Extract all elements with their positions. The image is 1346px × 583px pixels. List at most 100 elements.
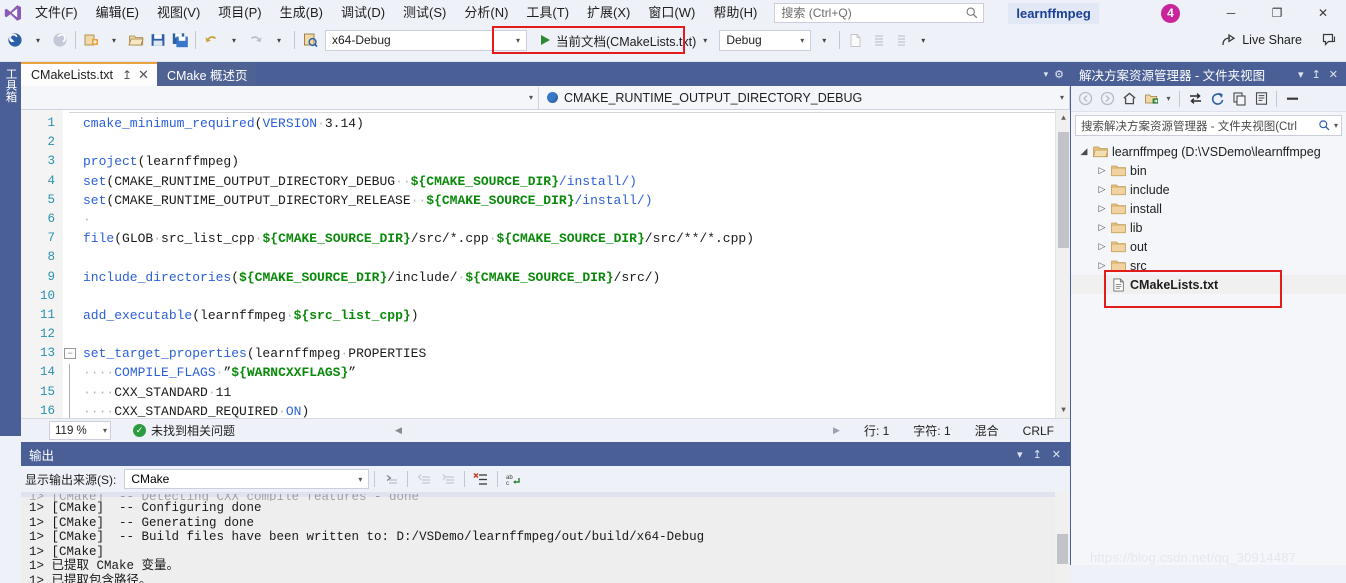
decrease-indent-button[interactable] — [866, 28, 888, 52]
code-line[interactable]: 8 — [21, 248, 1070, 267]
tree-expander-collapsed-icon[interactable]: ▷ — [1095, 203, 1109, 214]
menu-item-window[interactable]: 窗口(W) — [639, 0, 704, 26]
tree-expander-collapsed-icon[interactable]: ▷ — [1095, 184, 1109, 195]
tree-item[interactable]: ▷ install — [1071, 199, 1346, 218]
tree-item-selected[interactable]: CMakeLists.txt — [1071, 275, 1346, 294]
nav-member-chevron-down-icon[interactable]: ▾ — [1060, 93, 1069, 102]
output-source-chevron-down-icon[interactable]: ▾ — [354, 475, 366, 484]
tab-settings-gear-icon[interactable]: ⚙ — [1054, 68, 1064, 81]
nav-scope-combo[interactable]: ▾ — [21, 86, 539, 109]
tree-expander-collapsed-icon[interactable]: ▷ — [1095, 165, 1109, 176]
show-file-button[interactable] — [844, 28, 866, 52]
code-line[interactable]: 16 ····CXX_STANDARD_REQUIRED·ON) — [21, 402, 1070, 418]
tab-cmake-overview[interactable]: CMake 概述页 — [156, 62, 256, 86]
editor-code-area[interactable]: 1 cmake_minimum_required(VERSION·3.14) 2 3 p… — [21, 114, 1070, 418]
startup-item-chevron-down-icon[interactable]: ▾ — [703, 36, 707, 45]
tree-expander-collapsed-icon[interactable]: ▷ — [1095, 260, 1109, 271]
code-line[interactable]: 11 add_executable(learnffmpeg·${src_list_… — [21, 306, 1070, 325]
home-button[interactable] — [1119, 89, 1139, 109]
live-share-button[interactable]: Live Share — [1213, 28, 1310, 52]
navigate-backward-button[interactable] — [4, 28, 26, 52]
horizontal-scroll-right-icon[interactable]: ▶ — [833, 425, 840, 436]
nav-member-combo[interactable]: CMAKE_RUNTIME_OUTPUT_DIRECTORY_DEBUG ▾ — [539, 86, 1070, 109]
tree-item[interactable]: ▷ include — [1071, 180, 1346, 199]
code-line[interactable]: 4 set(CMAKE_RUNTIME_OUTPUT_DIRECTORY_DEBU… — [21, 172, 1070, 191]
code-line[interactable]: 13− set_target_properties(learnffmpeg·PRO… — [21, 344, 1070, 363]
output-scroll-thumb[interactable] — [1057, 534, 1068, 564]
tree-item[interactable]: ▷ src — [1071, 256, 1346, 275]
menu-item-debug[interactable]: 调试(D) — [332, 0, 394, 26]
menu-item-edit[interactable]: 编辑(E) — [87, 0, 148, 26]
scroll-down-icon[interactable]: ▼ — [1056, 402, 1070, 418]
save-button[interactable] — [147, 28, 169, 52]
sync-with-active-document-button[interactable] — [1185, 89, 1205, 109]
editor-scroll-thumb[interactable] — [1058, 132, 1069, 248]
code-line[interactable]: 15 ····CXX_STANDARD·11 — [21, 383, 1070, 402]
editor-vertical-scrollbar[interactable]: ▲ ▼ — [1055, 110, 1070, 418]
quick-launch-search[interactable] — [774, 3, 985, 23]
undo-dropdown[interactable]: ▾ — [223, 28, 245, 52]
tree-item[interactable]: ◢ learnffmpeg (D:\VSDemo\learnffmpeg — [1071, 142, 1346, 161]
platform-chevron-down-icon[interactable]: ▾ — [796, 36, 808, 45]
forward-button[interactable] — [1097, 89, 1117, 109]
close-button[interactable]: ✕ — [1300, 0, 1346, 26]
code-line[interactable]: 9 include_directories(${CMAKE_SOURCE_DIR}… — [21, 268, 1070, 287]
fold-collapse-icon[interactable]: − — [63, 344, 77, 363]
code-line[interactable]: 7 file(GLOB·src_list_cpp·${CMAKE_SOURCE_D… — [21, 229, 1070, 248]
nav-scope-chevron-down-icon[interactable]: ▾ — [529, 93, 533, 102]
menu-item-build[interactable]: 生成(B) — [271, 0, 332, 26]
menu-item-test[interactable]: 测试(S) — [394, 0, 455, 26]
code-line[interactable]: 14 ····COMPILE_FLAGS·”${WARNCXXFLAGS}” — [21, 363, 1070, 382]
close-icon[interactable]: ✕ — [138, 67, 149, 83]
solution-explorer-search[interactable]: 搜索解决方案资源管理器 - 文件夹视图(Ctrl ▾ — [1075, 115, 1342, 136]
increase-indent-button[interactable] — [888, 28, 910, 52]
properties-button[interactable] — [1251, 89, 1271, 109]
output-vertical-scrollbar[interactable] — [1055, 492, 1070, 583]
tree-item[interactable]: ▷ bin — [1071, 161, 1346, 180]
menu-item-view[interactable]: 视图(V) — [148, 0, 209, 26]
refresh-button[interactable] — [1207, 89, 1227, 109]
tree-expander-collapsed-icon[interactable]: ▷ — [1095, 222, 1109, 233]
navigate-backward-dropdown[interactable]: ▾ — [27, 28, 49, 52]
maximize-button[interactable]: ❐ — [1254, 0, 1300, 26]
find-message-button[interactable] — [380, 469, 402, 489]
search-icon[interactable] — [1318, 119, 1331, 132]
zoom-level-combo[interactable]: 119 % ▾ — [49, 421, 111, 440]
code-line[interactable]: 1 cmake_minimum_required(VERSION·3.14) — [21, 114, 1070, 133]
attach-to-process-button[interactable] — [299, 28, 321, 52]
search-chevron-down-icon[interactable]: ▾ — [1331, 121, 1338, 130]
open-file-button[interactable] — [125, 28, 147, 52]
tree-expander-collapsed-icon[interactable]: ▷ — [1095, 241, 1109, 252]
tab-cmakelists[interactable]: CMakeLists.txt ↥ ✕ — [21, 62, 157, 86]
redo-dropdown[interactable]: ▾ — [268, 28, 290, 52]
toolbox-strip[interactable]: 工具箱 — [0, 62, 21, 436]
solution-explorer-tree[interactable]: ◢ learnffmpeg (D:\VSDemo\learnffmpeg ▷ bin ▷… — [1071, 139, 1346, 294]
show-all-files-button[interactable] — [1229, 89, 1249, 109]
tree-item[interactable]: ▷ out — [1071, 237, 1346, 256]
notification-badge[interactable]: 4 — [1161, 3, 1180, 23]
code-editor[interactable]: 1 cmake_minimum_required(VERSION·3.14) 2 3 p… — [21, 110, 1070, 418]
redo-button[interactable] — [245, 28, 267, 52]
clear-all-button[interactable] — [470, 469, 492, 489]
undo-button[interactable] — [200, 28, 222, 52]
output-panel-pin-icon[interactable]: ↥ — [1028, 448, 1047, 461]
menu-item-tools[interactable]: 工具(T) — [517, 0, 578, 26]
platform-combo[interactable]: Debug ▾ — [719, 29, 812, 51]
new-project-dropdown[interactable]: ▾ — [103, 28, 125, 52]
go-to-next-button[interactable] — [437, 469, 459, 489]
horizontal-scroll-left-icon[interactable]: ◀ — [395, 425, 402, 436]
solution-explorer-chevron-down-icon[interactable]: ▾ — [1294, 68, 1308, 81]
toolbar-overflow-2[interactable]: ▾ — [912, 28, 934, 52]
solution-explorer-pin-icon[interactable]: ↥ — [1308, 68, 1325, 81]
code-line[interactable]: 10 — [21, 287, 1070, 306]
new-project-button[interactable] — [80, 28, 102, 52]
code-line[interactable]: 3 project(learnffmpeg) — [21, 152, 1070, 171]
tree-item[interactable]: ▷ lib — [1071, 218, 1346, 237]
menu-item-file[interactable]: 文件(F) — [26, 0, 87, 26]
menu-item-analyze[interactable]: 分析(N) — [455, 0, 517, 26]
pin-icon[interactable]: ↥ — [122, 68, 132, 82]
back-button[interactable] — [1075, 89, 1095, 109]
toolbar-overflow-1[interactable]: ▾ — [813, 28, 835, 52]
menu-item-project[interactable]: 项目(P) — [209, 0, 270, 26]
configuration-combo[interactable]: x64-Debug ▾ — [325, 29, 527, 51]
